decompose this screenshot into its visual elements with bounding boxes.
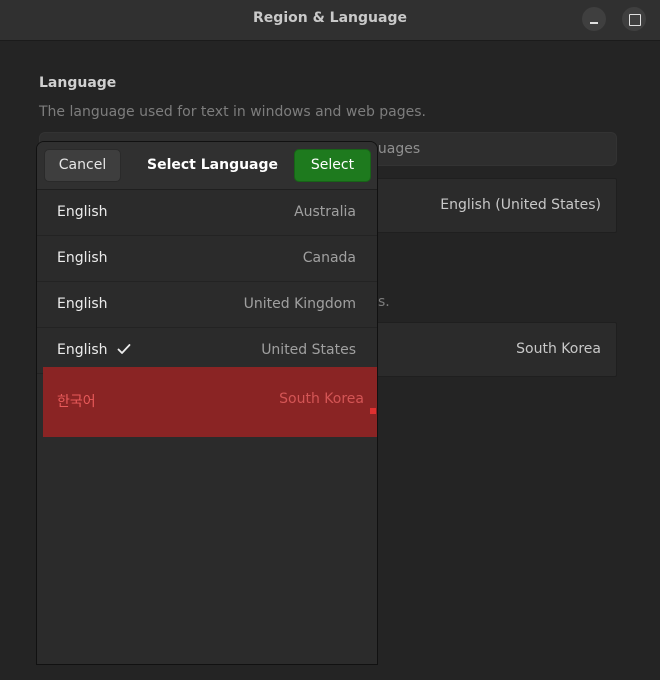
header-bar: Region & Language [0,0,660,41]
language-region: United Kingdom [243,296,356,312]
minimize-icon[interactable] [582,7,606,31]
language-name: 한국어 [57,394,96,410]
dialog-title: Select Language [147,157,279,173]
formats-description: s. [378,294,390,310]
language-section-description: The language used for text in windows an… [39,104,426,120]
language-list: English Australia English Canada English… [37,190,377,374]
select-language-dialog: Cancel Select Language Select English Au… [36,141,378,665]
language-region: Australia [294,204,356,220]
language-item-english-united-kingdom[interactable]: English United Kingdom [37,282,377,328]
formats-value: South Korea [516,341,601,357]
language-item-english-australia[interactable]: English Australia [37,190,377,236]
language-region: Canada [302,250,356,266]
selection-marker [370,408,376,414]
dialog-header: Cancel Select Language Select [37,142,377,190]
maximize-icon[interactable] [622,7,646,31]
language-region: United States [261,342,356,358]
language-item-korean-south-korea[interactable]: 한국어 South Korea [43,367,377,437]
checkmark-icon [117,344,131,354]
language-region: South Korea [279,391,364,407]
language-item-english-canada[interactable]: English Canada [37,236,377,282]
window-title: Region & Language [253,10,407,26]
language-name: English [57,250,108,266]
cancel-button[interactable]: Cancel [44,149,121,182]
language-name: English [57,204,108,220]
language-value: English (United States) [440,197,601,213]
select-button[interactable]: Select [294,149,371,182]
language-section-title: Language [39,75,117,91]
language-name: English [57,342,108,358]
language-name: English [57,296,108,312]
